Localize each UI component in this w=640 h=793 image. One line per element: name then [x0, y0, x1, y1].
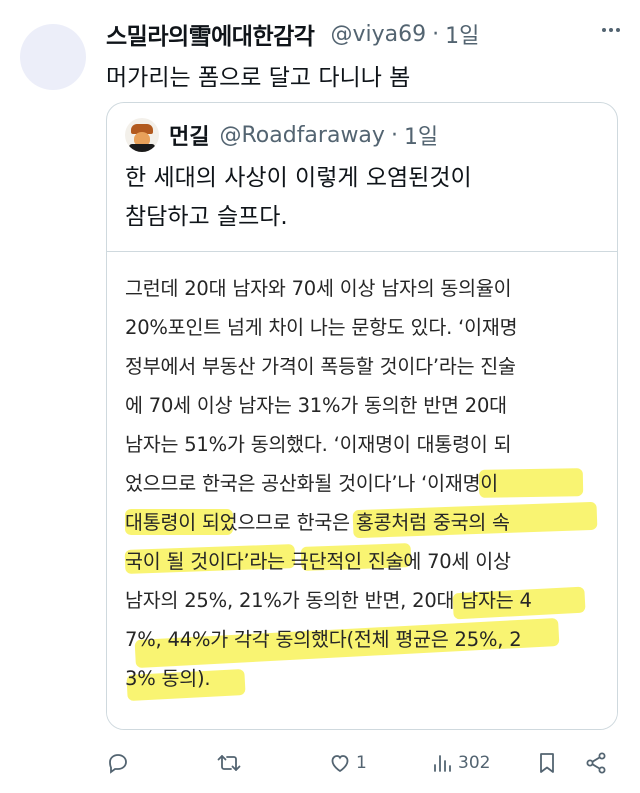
article-line: 정부에서 부동산 가격이 폭등할 것이다’라는 진술	[125, 355, 516, 378]
heart-icon	[331, 755, 349, 773]
quoted-author-avatar[interactable]	[125, 118, 159, 152]
quoted-post-text: 한 세대의 사상이 이렇게 오염된것이 참담하고 슬프다.	[125, 159, 605, 237]
like-count: 1	[356, 753, 367, 773]
article-line: 남자의 25%, 21%가 동의한 반면, 20대 남자는 4	[125, 589, 532, 612]
post-header: 스밀라의雪에대한감각 @viya69 · 1일	[106, 16, 479, 52]
article-line: 남자는 51%가 동의했다. ‘이재명이 대통령이 되	[125, 433, 512, 456]
article-screenshot-image[interactable]: 그런데 20대 남자와 70세 이상 남자의 동의율이 20%포인트 넘게 차이…	[107, 251, 617, 729]
author-handle[interactable]: @viya69	[330, 22, 426, 47]
quoted-post-timestamp[interactable]: 1일	[404, 119, 438, 151]
article-line: 었으므로 한국은 공산화될 것이다’나 ‘이재명이	[125, 472, 499, 495]
post-text: 머가리는 폼으로 달고 다니나 봄	[106, 65, 411, 91]
article-line: 에 70세 이상 남자는 31%가 동의한 반면 20대	[125, 394, 507, 417]
quoted-post-header: 먼길 @Roadfaraway · 1일	[125, 117, 438, 153]
article-line: 7%, 44%가 각각 동의했다(전체 평균은 25%, 2	[125, 628, 522, 651]
post-action-bar: 1 302	[106, 748, 618, 778]
quoted-author-display-name[interactable]: 먼길	[169, 119, 209, 151]
quoted-header-separator: ·	[390, 122, 398, 148]
header-separator: ·	[432, 21, 440, 47]
retweet-icon	[217, 755, 241, 771]
quoted-text-line: 참담하고 슬프다.	[125, 204, 288, 230]
reply-button[interactable]	[106, 748, 130, 778]
article-line: 국이 될 것이다’라는 극단적인 진술에 70세 이상	[125, 550, 511, 573]
like-button[interactable]: 1	[328, 748, 367, 778]
article-line: 그런데 20대 남자와 70세 이상 남자의 동의율이	[125, 277, 512, 300]
quoted-post-card[interactable]: 먼길 @Roadfaraway · 1일 한 세대의 사상이 이렇게 오염된것이…	[106, 102, 618, 730]
share-button[interactable]	[584, 748, 608, 778]
bookmark-button[interactable]	[536, 748, 558, 778]
views-icon	[434, 755, 451, 772]
views-count: 302	[458, 753, 491, 773]
views-button[interactable]: 302	[432, 748, 490, 778]
article-line: 20%포인트 넘게 차이 나는 문항도 있다. ‘이재명	[125, 316, 518, 339]
reply-icon	[109, 754, 127, 774]
author-display-name[interactable]: 스밀라의雪에대한감각	[106, 17, 315, 51]
article-line: 3% 동의).	[125, 667, 211, 690]
quoted-author-handle[interactable]: @Roadfaraway	[219, 123, 384, 148]
retweet-button[interactable]	[216, 748, 242, 778]
post-timestamp[interactable]: 1일	[445, 18, 479, 50]
quoted-text-line: 한 세대의 사상이 이렇게 오염된것이	[125, 165, 472, 191]
author-avatar[interactable]	[20, 24, 86, 90]
share-icon	[586, 752, 606, 774]
article-line: 대통령이 되었으므로 한국은 홍콩처럼 중국의 속	[125, 511, 510, 534]
bookmark-icon	[540, 753, 554, 773]
more-options-icon[interactable]	[602, 28, 620, 32]
